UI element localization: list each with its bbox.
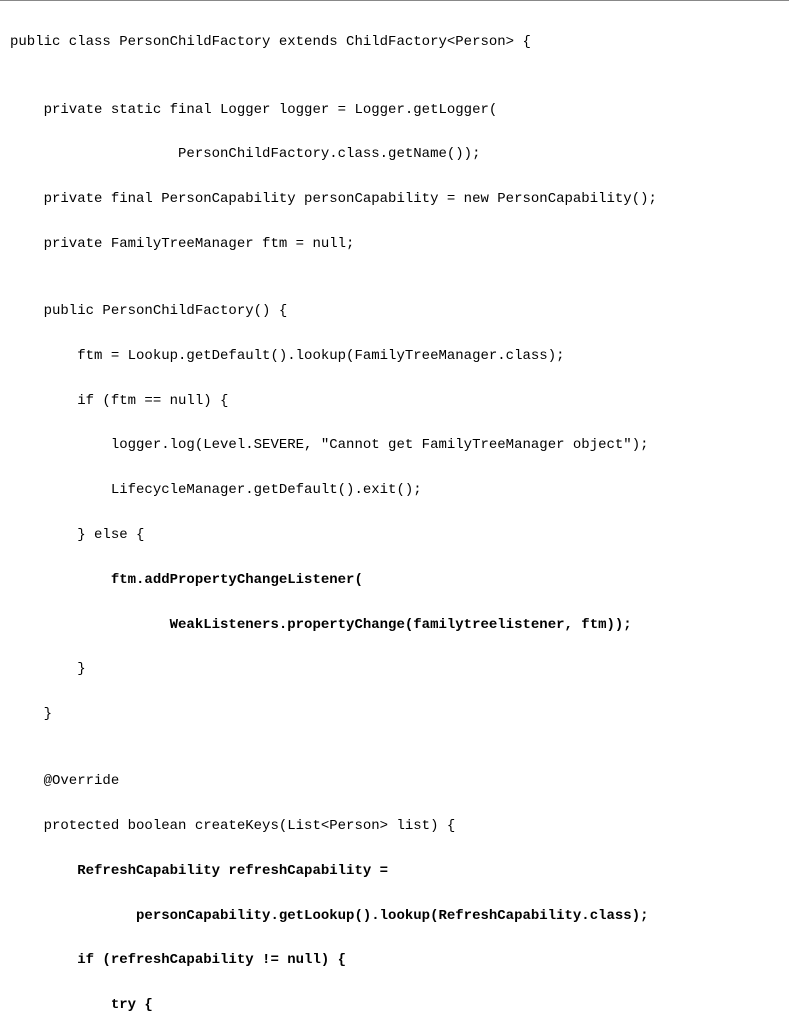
code-line: } else { bbox=[10, 524, 779, 546]
code-line-bold: ftm.addPropertyChangeListener( bbox=[10, 569, 779, 591]
code-line: PersonChildFactory.class.getName()); bbox=[10, 143, 779, 165]
code-line: } bbox=[10, 703, 779, 725]
code-line: private final PersonCapability personCap… bbox=[10, 188, 779, 210]
code-line: LifecycleManager.getDefault().exit(); bbox=[10, 479, 779, 501]
code-line: public PersonChildFactory() { bbox=[10, 300, 779, 322]
code-listing: public class PersonChildFactory extends … bbox=[10, 9, 779, 1020]
code-line: ftm = Lookup.getDefault().lookup(FamilyT… bbox=[10, 345, 779, 367]
code-line: @Override bbox=[10, 770, 779, 792]
code-line-bold: RefreshCapability refreshCapability = bbox=[10, 860, 779, 882]
code-line: private FamilyTreeManager ftm = null; bbox=[10, 233, 779, 255]
code-line: public class PersonChildFactory extends … bbox=[10, 31, 779, 53]
code-line: if (ftm == null) { bbox=[10, 390, 779, 412]
code-line-bold: personCapability.getLookup().lookup(Refr… bbox=[10, 905, 779, 927]
code-line: protected boolean createKeys(List<Person… bbox=[10, 815, 779, 837]
code-line: private static final Logger logger = Log… bbox=[10, 99, 779, 121]
code-line: } bbox=[10, 658, 779, 680]
code-line-bold: try { bbox=[10, 994, 779, 1016]
code-line: logger.log(Level.SEVERE, "Cannot get Fam… bbox=[10, 434, 779, 456]
code-line-bold: if (refreshCapability != null) { bbox=[10, 949, 779, 971]
code-line-bold: WeakListeners.propertyChange(familytreel… bbox=[10, 614, 779, 636]
